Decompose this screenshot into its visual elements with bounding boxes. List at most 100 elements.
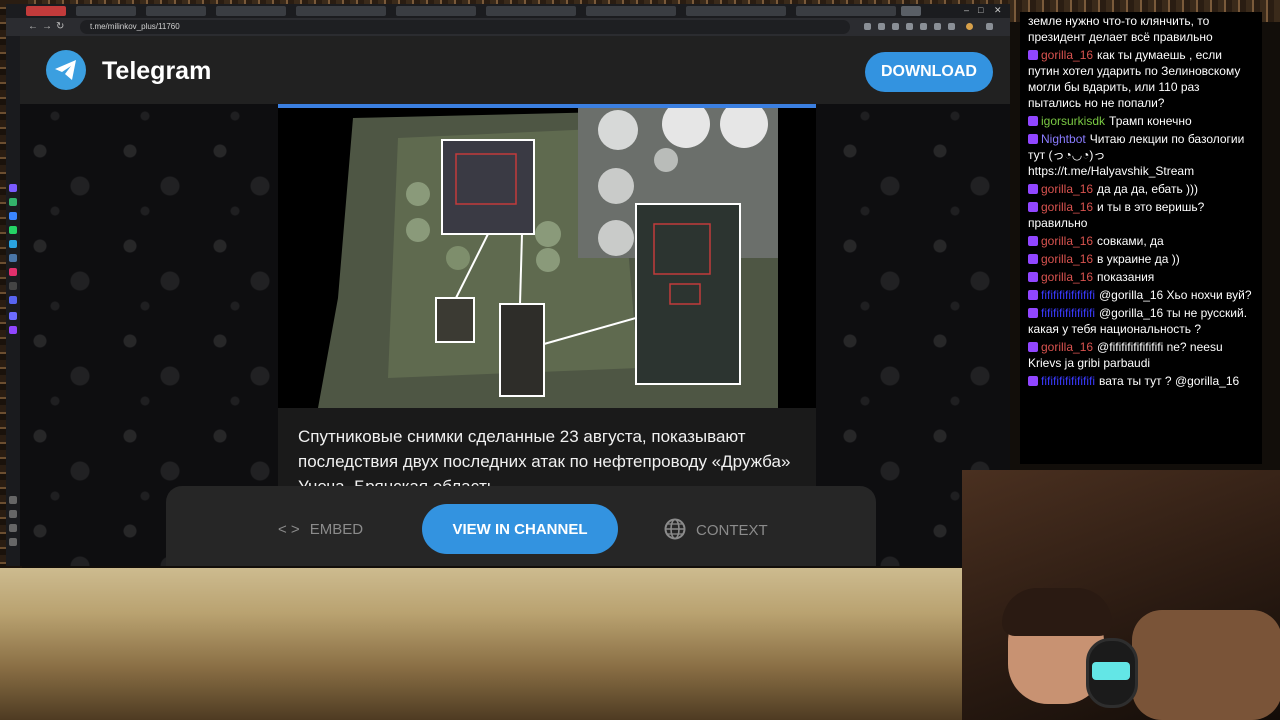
address-bar: ← → ↻ t.me/milinkov_plus/11760 bbox=[6, 18, 1010, 36]
chat-message: gorilla_16 совками, да bbox=[1020, 232, 1262, 250]
chat-username[interactable]: gorilla_16 bbox=[1041, 182, 1093, 196]
download-button[interactable]: DOWNLOAD bbox=[865, 52, 993, 92]
sidebar-app-icon[interactable] bbox=[9, 240, 17, 248]
chat-username[interactable]: gorilla_16 bbox=[1041, 200, 1093, 214]
sidebar-app-icon[interactable] bbox=[9, 326, 17, 334]
chat-username[interactable]: gorilla_16 bbox=[1041, 270, 1093, 284]
chat-badge-icon bbox=[1028, 342, 1038, 352]
extension-icon[interactable] bbox=[934, 23, 941, 30]
browser-tab[interactable] bbox=[396, 6, 476, 16]
webcam-feed bbox=[962, 470, 1280, 720]
chat-username[interactable]: Nightbot bbox=[1041, 132, 1086, 146]
sidebar-app-icon[interactable] bbox=[9, 282, 17, 290]
sidebar-tool-icon[interactable] bbox=[9, 524, 17, 532]
browser-tab[interactable] bbox=[486, 6, 576, 16]
sidebar-app-icon[interactable] bbox=[9, 312, 17, 320]
globe-icon bbox=[664, 518, 686, 540]
chat-text: земле нужно что-то клянчить, то президен… bbox=[1028, 14, 1213, 44]
chat-username[interactable]: gorilla_16 bbox=[1041, 252, 1093, 266]
sidebar-app-icon[interactable] bbox=[9, 268, 17, 276]
url-field[interactable]: t.me/milinkov_plus/11760 bbox=[80, 20, 850, 34]
close-icon[interactable]: ✕ bbox=[994, 5, 1002, 15]
chat-message: gorilla_16 да да да, ебать ))) bbox=[1020, 180, 1262, 198]
chat-message: fififififififififi @gorilla_16 Хьо нохчи … bbox=[1020, 286, 1262, 304]
reload-icon[interactable]: ↻ bbox=[56, 21, 64, 33]
extension-icon[interactable] bbox=[920, 23, 927, 30]
chair bbox=[1132, 610, 1280, 720]
chat-text: да да да, ебать ))) bbox=[1097, 182, 1199, 196]
embed-button[interactable]: < > EMBED bbox=[278, 518, 363, 540]
chat-username[interactable]: fififififififififi bbox=[1041, 306, 1095, 320]
chat-username[interactable]: gorilla_16 bbox=[1041, 234, 1093, 248]
browser-tab[interactable] bbox=[296, 6, 386, 16]
chat-message: gorilla_16 как ты думаешь , если путин хо… bbox=[1020, 46, 1262, 112]
chat-username[interactable]: fififififififififi bbox=[1041, 374, 1095, 388]
stream-background-desert bbox=[0, 568, 962, 720]
chat-badge-icon bbox=[1028, 376, 1038, 386]
chat-badge-icon bbox=[1028, 254, 1038, 264]
extension-icon[interactable] bbox=[892, 23, 899, 30]
post-action-bar: < > EMBED VIEW IN CHANNEL CONTEXT bbox=[166, 486, 876, 566]
telegram-logo-icon[interactable] bbox=[46, 50, 86, 90]
chat-message: gorilla_16 в украине да )) bbox=[1020, 250, 1262, 268]
chat-text: вата ты тут ? @gorilla_16 bbox=[1099, 374, 1240, 388]
chat-message: igorsurkisdk Трамп конечно bbox=[1020, 112, 1262, 130]
extension-icon[interactable] bbox=[948, 23, 955, 30]
context-label: CONTEXT bbox=[696, 522, 768, 539]
back-icon[interactable]: ← bbox=[28, 21, 38, 33]
chat-username[interactable]: fififififififififi bbox=[1041, 288, 1095, 302]
browser-tab-active[interactable] bbox=[901, 6, 921, 16]
extension-icon[interactable] bbox=[878, 23, 885, 30]
context-button[interactable]: CONTEXT bbox=[664, 518, 768, 540]
sidebar-app-icon[interactable] bbox=[9, 226, 17, 234]
profile-icon[interactable] bbox=[966, 23, 973, 30]
sidebar-app-icon[interactable] bbox=[9, 254, 17, 262]
chat-message: земле нужно что-то клянчить, то президен… bbox=[1020, 12, 1262, 46]
forward-icon[interactable]: → bbox=[42, 21, 52, 33]
chat-message: fififififififififi вата ты тут ? @gorilla… bbox=[1020, 372, 1262, 390]
chat-username[interactable]: gorilla_16 bbox=[1041, 48, 1093, 62]
sidebar-app-icon[interactable] bbox=[9, 184, 17, 192]
chat-username[interactable]: igorsurkisdk bbox=[1041, 114, 1105, 128]
chat-message: fififififififififi @gorilla_16 ты не русс… bbox=[1020, 304, 1262, 338]
sidebar-tool-icon[interactable] bbox=[9, 538, 17, 546]
maximize-icon[interactable]: □ bbox=[978, 5, 983, 15]
browser-tab[interactable] bbox=[586, 6, 676, 16]
chat-text: Трамп конечно bbox=[1109, 114, 1192, 128]
sidebar-app-icon[interactable] bbox=[9, 212, 17, 220]
streamer-hair bbox=[1002, 588, 1112, 636]
brand-name: Telegram bbox=[102, 57, 212, 85]
sidebar-app-icon[interactable] bbox=[9, 198, 17, 206]
chat-badge-icon bbox=[1028, 236, 1038, 246]
minimize-icon[interactable]: – bbox=[964, 5, 969, 15]
sidebar-app-icon[interactable] bbox=[9, 296, 17, 304]
chat-badge-icon bbox=[1028, 116, 1038, 126]
extension-icon[interactable] bbox=[864, 23, 871, 30]
extension-icon[interactable] bbox=[906, 23, 913, 30]
microphone-light bbox=[1092, 662, 1130, 680]
chat-text: совками, да bbox=[1097, 234, 1164, 248]
browser-tab[interactable] bbox=[216, 6, 286, 16]
browser-tab[interactable] bbox=[26, 6, 66, 16]
browser-window: – □ ✕ ← → ↻ t.me/milinkov_plus/11760 Tel… bbox=[6, 4, 1010, 566]
browser-tab[interactable] bbox=[146, 6, 206, 16]
menu-icon[interactable] bbox=[986, 23, 993, 30]
chat-badge-icon bbox=[1028, 50, 1038, 60]
chat-text: в украине да )) bbox=[1097, 252, 1180, 266]
chat-badge-icon bbox=[1028, 290, 1038, 300]
chat-badge-icon bbox=[1028, 202, 1038, 212]
browser-tab[interactable] bbox=[76, 6, 136, 16]
chat-username[interactable]: gorilla_16 bbox=[1041, 340, 1093, 354]
chat-message: gorilla_16 и ты в это веришь? правильно bbox=[1020, 198, 1262, 232]
satellite-photo[interactable] bbox=[278, 108, 816, 408]
code-brackets-icon: < > bbox=[278, 520, 300, 538]
browser-tab[interactable] bbox=[686, 6, 786, 16]
sidebar-tool-icon[interactable] bbox=[9, 496, 17, 504]
view-in-channel-button[interactable]: VIEW IN CHANNEL bbox=[422, 504, 618, 554]
stream-chat: земле нужно что-то клянчить, то президен… bbox=[1020, 12, 1262, 464]
tab-strip: – □ ✕ bbox=[6, 4, 1010, 18]
chat-text: @gorilla_16 Хьо нохчи вуй? bbox=[1099, 288, 1252, 302]
embed-label: EMBED bbox=[309, 520, 364, 538]
browser-tab[interactable] bbox=[796, 6, 896, 16]
sidebar-tool-icon[interactable] bbox=[9, 510, 17, 518]
